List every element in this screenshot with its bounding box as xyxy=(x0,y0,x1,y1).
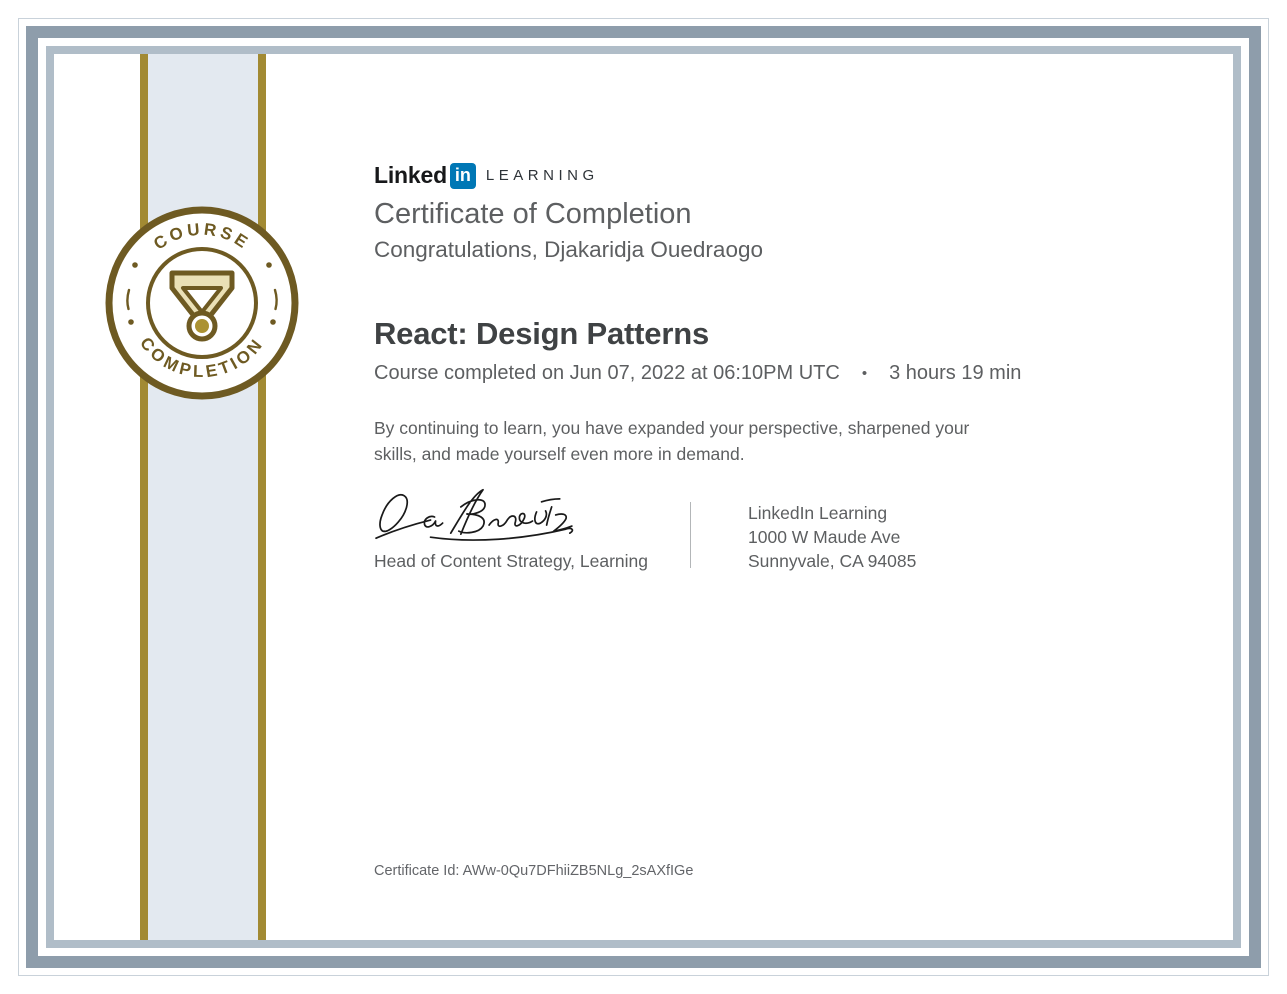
greeting-line: Congratulations, Djakaridja Ouedraogo xyxy=(374,237,763,262)
badge-dot xyxy=(266,262,272,268)
gold-stripe-left xyxy=(140,54,148,940)
left-ribbon-band xyxy=(148,54,258,940)
badge-dot xyxy=(132,262,138,268)
badge-dot xyxy=(270,319,276,325)
signer-title: Head of Content Strategy, Learning xyxy=(374,551,649,571)
course-completion-badge: COURSE COMPLETION xyxy=(102,203,302,403)
completion-date-text: Course completed on Jun 07, 2022 at 06:1… xyxy=(374,362,840,384)
gold-stripe-right xyxy=(258,54,266,940)
completion-info-row: Course completed on Jun 07, 2022 at 06:1… xyxy=(374,362,1021,385)
issuer-street: 1000 W Maude Ave xyxy=(748,526,901,547)
issuer-address-block: LinkedIn Learning 1000 W Maude Ave Sunny… xyxy=(748,502,916,574)
logo-linked-text: Linked xyxy=(374,162,447,188)
certificate-heading: Certificate of Completion xyxy=(374,198,692,230)
course-duration: 3 hours 19 min xyxy=(889,362,1022,384)
issuer-name: LinkedIn Learning xyxy=(748,503,888,523)
issuer-city: Sunnyvale, CA 94085 xyxy=(748,550,917,571)
certificate-page: COURSE COMPLETION Linked in LEARNING Cer… xyxy=(0,0,1287,994)
linkedin-learning-logo: Linked in LEARNING xyxy=(374,162,599,189)
vertical-divider xyxy=(690,502,691,568)
certificate-id: Certificate Id: AWw-0Qu7DFhiiZB5NLg_2sAX… xyxy=(374,863,694,879)
badge-seal: COURSE COMPLETION xyxy=(105,206,299,400)
linkedin-icon: in xyxy=(449,162,476,189)
badge-dot xyxy=(128,319,134,325)
bullet-separator: • xyxy=(861,365,868,382)
logo-learning-text: LEARNING xyxy=(485,167,599,184)
course-title: React: Design Patterns xyxy=(374,316,709,351)
congratulation-message: By continuing to learn, you have expande… xyxy=(374,418,970,465)
signature-image xyxy=(375,488,574,541)
